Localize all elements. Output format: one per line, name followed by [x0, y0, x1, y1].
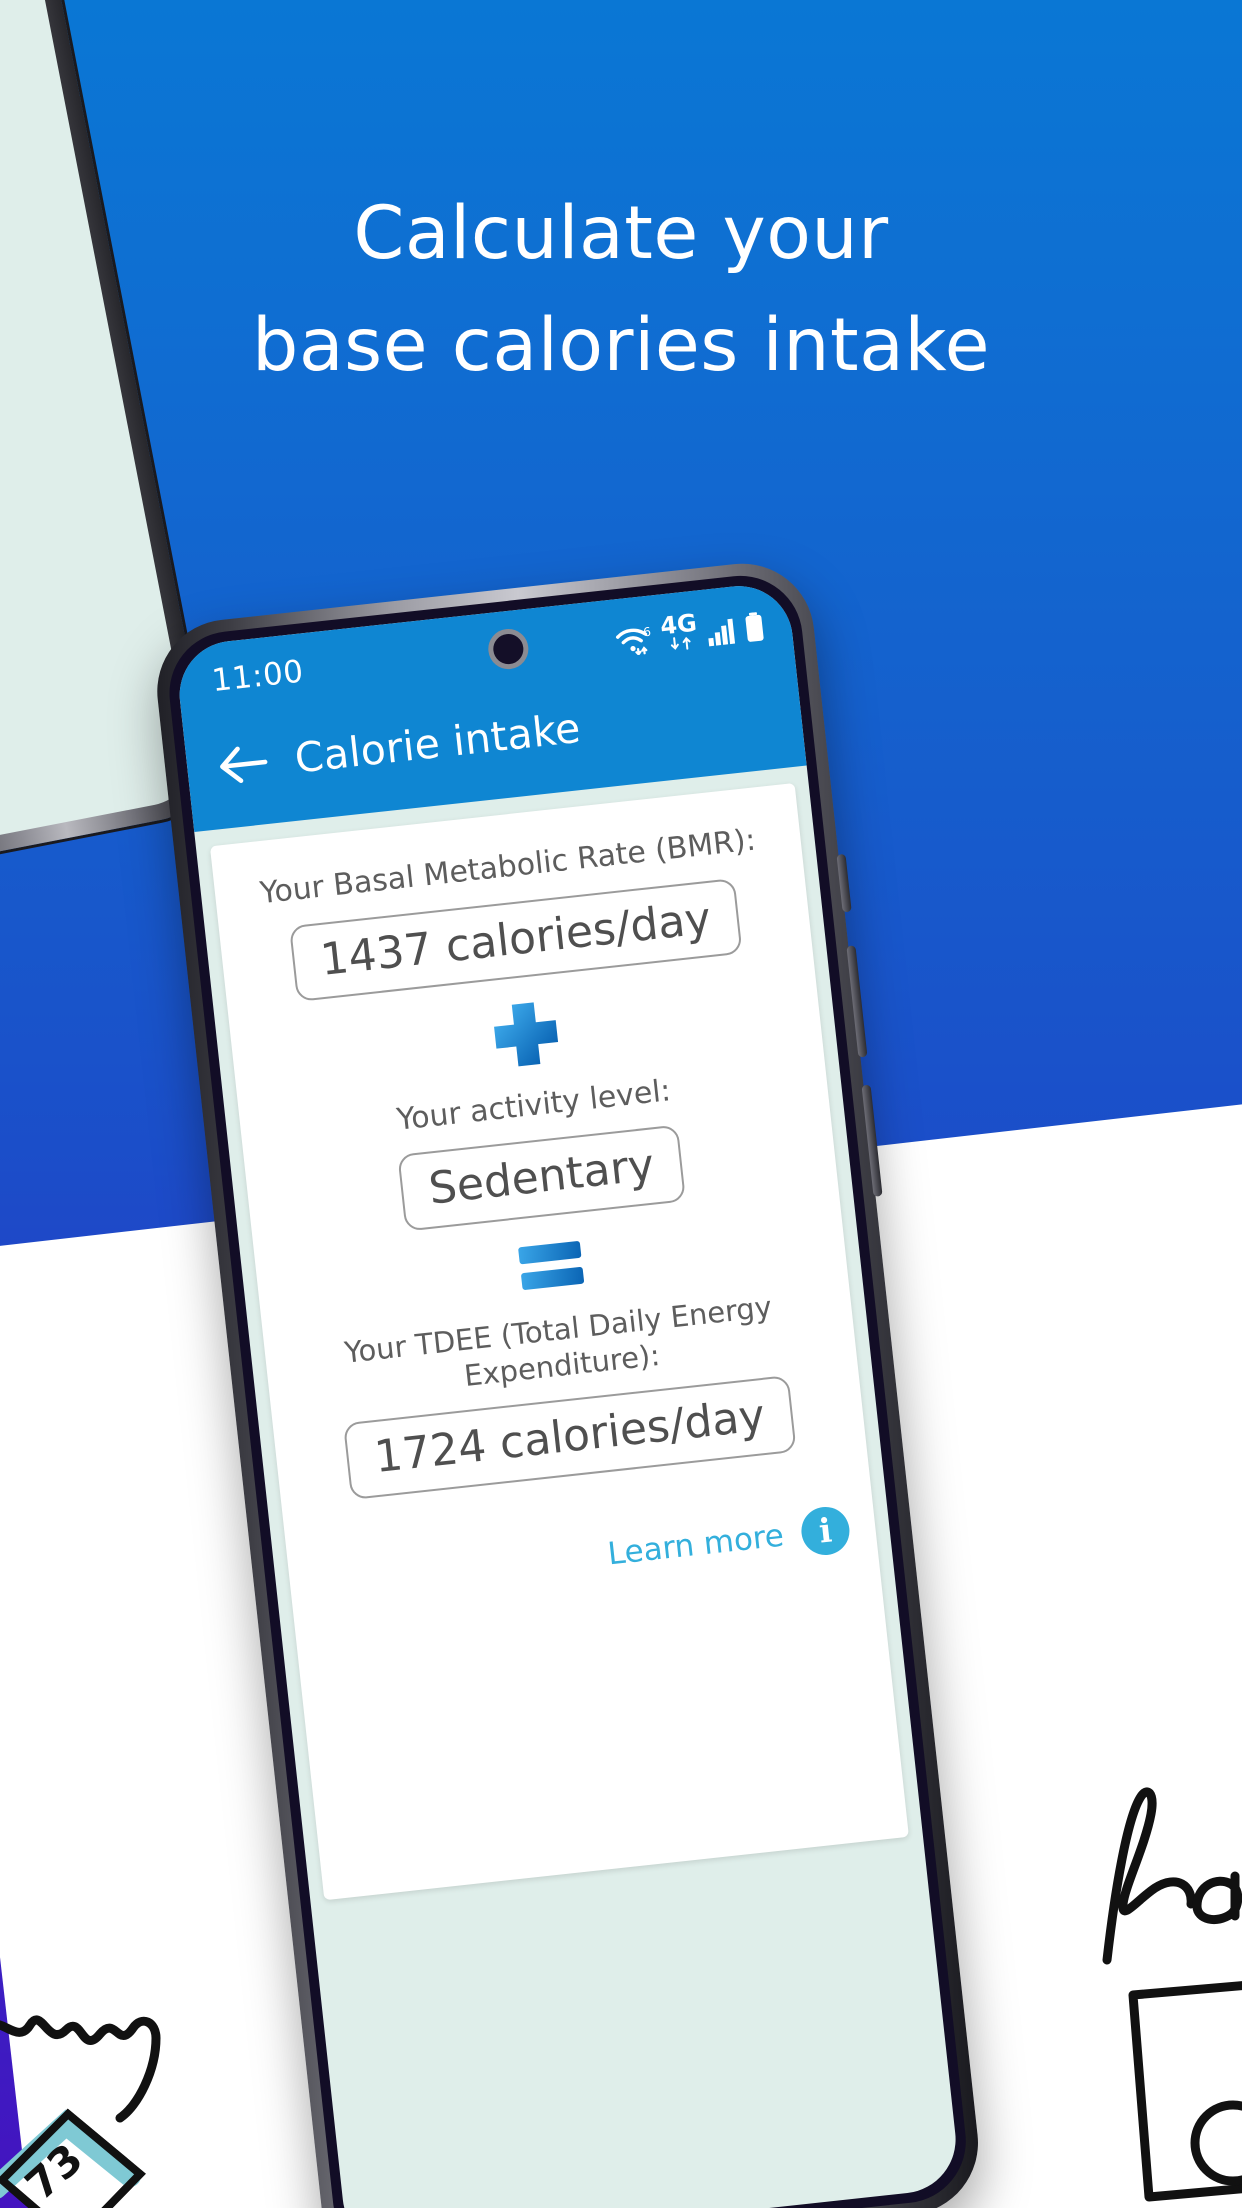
battery-full-icon: [745, 612, 764, 642]
plus-icon: [492, 1000, 560, 1068]
status-bar-icons: 6 4G: [612, 604, 765, 658]
front-camera-punch-hole-icon: [486, 627, 531, 672]
status-bar-clock: 11:00: [210, 653, 306, 700]
arrow-left-icon[interactable]: [215, 742, 271, 787]
learn-more-link[interactable]: Learn more: [606, 1517, 786, 1572]
info-icon[interactable]: i: [798, 1504, 852, 1558]
wifi-6-icon: 6: [615, 625, 651, 657]
app-bar-title: Calorie intake: [292, 703, 583, 783]
headline-line-2: base calories intake: [252, 303, 990, 388]
equals-icon: [518, 1239, 585, 1293]
signal-bars-icon: [708, 618, 736, 647]
learn-more-row[interactable]: Learn more i: [308, 1504, 858, 1611]
calorie-intake-card: Your Basal Metabolic Rate (BMR): 1437 ca…: [209, 782, 909, 1901]
page-title: Calculate your base calories intake: [0, 178, 1242, 402]
activity-level-field[interactable]: Sedentary: [397, 1124, 687, 1232]
promo-screenshot: 73 ne ins ts ns s s: [0, 0, 1242, 2208]
svg-text:6: 6: [642, 625, 651, 640]
headline-line-1: Calculate your: [353, 191, 889, 276]
data-transfer-icon: [670, 636, 691, 650]
